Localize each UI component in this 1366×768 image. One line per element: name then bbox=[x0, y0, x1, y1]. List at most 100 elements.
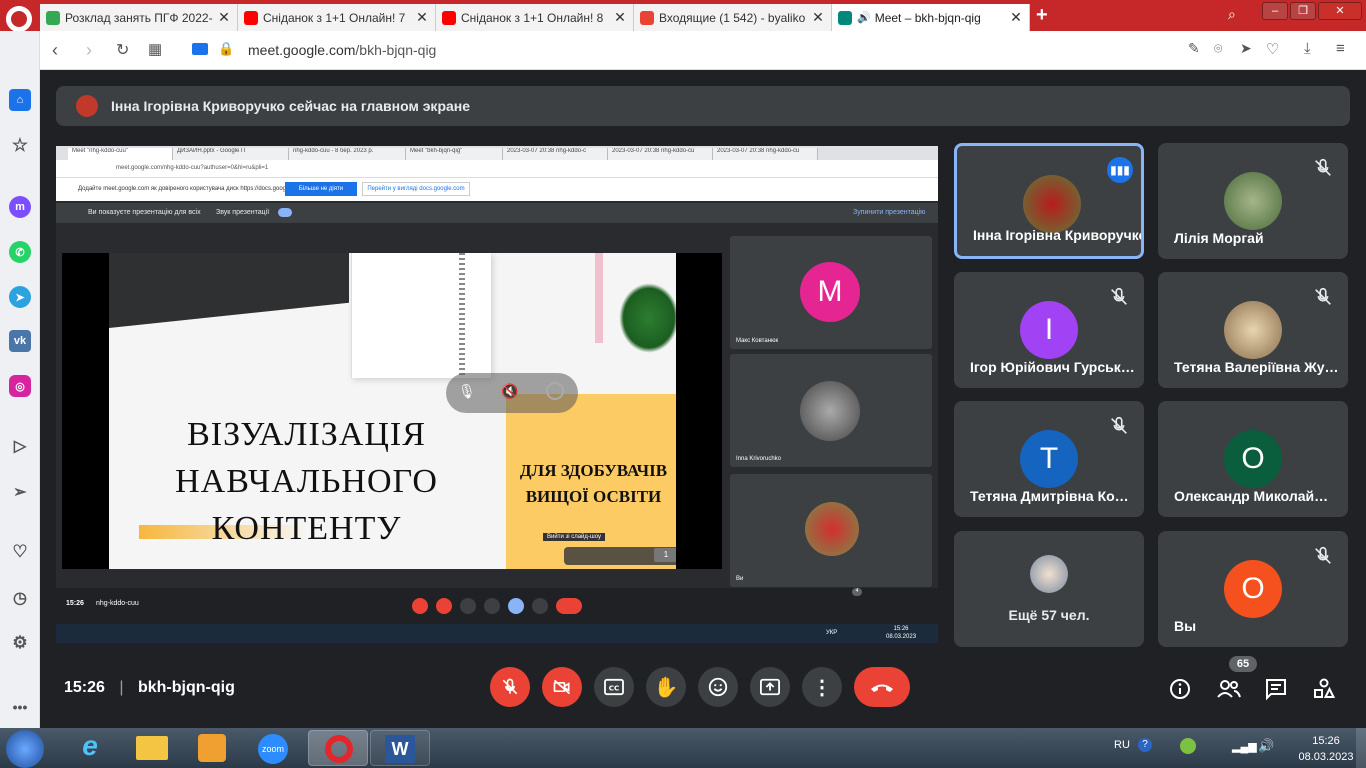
history-icon[interactable]: ◷ bbox=[9, 587, 31, 609]
opera-icon[interactable] bbox=[308, 730, 368, 766]
messenger-icon[interactable]: m bbox=[9, 196, 31, 218]
grid-icon[interactable]: ▦ bbox=[148, 40, 162, 58]
tab-youtube-1[interactable]: Сніданок з 1+1 Онлайн! 7 ✕ bbox=[238, 4, 436, 31]
close-icon[interactable]: ✕ bbox=[217, 9, 231, 26]
mic-off-icon bbox=[502, 678, 518, 695]
edit-icon[interactable]: ✎ bbox=[1188, 40, 1200, 57]
speaker-icon: 🔊 bbox=[857, 12, 871, 24]
shared-tab: Meet "bkh-bjqn-qig" bbox=[406, 148, 503, 160]
participant-tile[interactable]: Т Тетяна Дмитрівна Ко… bbox=[954, 401, 1144, 517]
self-tile[interactable]: О Вы bbox=[1158, 531, 1348, 647]
player-icon[interactable]: ▷ bbox=[9, 435, 31, 457]
camera-in-use-icon[interactable] bbox=[192, 43, 208, 55]
avatar: О bbox=[1224, 560, 1282, 618]
shared-tab: nhg-kddo-cuu - 8 бер. 2023 р. bbox=[289, 148, 406, 160]
volume-icon[interactable]: 🔊 bbox=[1258, 738, 1274, 754]
vk-icon[interactable]: vk bbox=[9, 330, 31, 352]
address-bar: ‹ › ↻ ▦ 🔒 meet.google.com/bkh-bjqn-qig ✎… bbox=[40, 31, 1366, 70]
close-window-button[interactable]: ✕ bbox=[1318, 2, 1362, 20]
show-desktop-button[interactable] bbox=[1356, 728, 1366, 768]
shared-presenting-strip: Ви показуєте презентацію для всіх Звук п… bbox=[56, 203, 938, 223]
close-icon[interactable]: ✕ bbox=[613, 9, 627, 26]
word-icon[interactable]: W bbox=[370, 730, 430, 766]
more-options-button[interactable]: ⋮ bbox=[802, 667, 842, 707]
notebook-spiral bbox=[459, 253, 465, 378]
instagram-icon[interactable]: ◎ bbox=[9, 375, 31, 397]
participant-tile[interactable]: Лілія Моргай bbox=[1158, 143, 1348, 259]
camera-off-icon bbox=[553, 679, 571, 695]
emoji-button[interactable] bbox=[698, 667, 738, 707]
snapshot-icon[interactable]: ⌾ bbox=[1214, 40, 1222, 57]
captions-button[interactable]: CC bbox=[594, 667, 634, 707]
participant-tile[interactable]: О Олександр Миколай… bbox=[1158, 401, 1348, 517]
telegram-icon[interactable]: ➤ bbox=[9, 286, 31, 308]
heart-icon[interactable]: ♡ bbox=[9, 541, 31, 563]
close-icon[interactable]: ✕ bbox=[415, 9, 429, 26]
participant-tile[interactable]: Тетяна Валеріївна Жу… bbox=[1158, 272, 1348, 388]
explorer-icon[interactable] bbox=[122, 730, 182, 766]
whatsapp-icon[interactable]: ✆ bbox=[9, 241, 31, 263]
reload-icon[interactable]: ↻ bbox=[116, 40, 129, 60]
avatar: М bbox=[800, 262, 860, 322]
opera-logo-icon[interactable] bbox=[6, 6, 32, 32]
tray-app-icon[interactable] bbox=[1180, 738, 1196, 754]
avatar bbox=[76, 95, 98, 117]
tab-gmail[interactable]: Входящие (1 542) - byaliko ✕ bbox=[634, 4, 832, 31]
start-button[interactable] bbox=[6, 730, 44, 768]
mic-toggle-button[interactable] bbox=[490, 667, 530, 707]
new-tab-button[interactable]: + bbox=[1036, 4, 1048, 27]
more-icon[interactable]: ••• bbox=[9, 696, 31, 718]
slide-title: ВІЗУАЛІЗАЦІЯ НАВЧАЛЬНОГО КОНТЕНТУ bbox=[175, 416, 438, 547]
tab-youtube-2[interactable]: Сніданок з 1+1 Онлайн! 8 ✕ bbox=[436, 4, 634, 31]
menu-icon[interactable]: ≡ bbox=[1336, 40, 1345, 57]
shared-screen[interactable]: Meet "nhg-kddo-cuu" ДИЗАЙН.pptx - Google… bbox=[56, 146, 938, 643]
url-field[interactable]: meet.google.com/bkh-bjqn-qig bbox=[248, 42, 436, 58]
raise-hand-button[interactable]: ✋ bbox=[646, 667, 686, 707]
help-icon[interactable]: ? bbox=[1138, 738, 1152, 752]
avatar bbox=[1224, 172, 1282, 230]
home-icon[interactable]: ⌂ bbox=[9, 89, 31, 111]
signal-icon[interactable]: ▂▄▆ bbox=[1232, 740, 1257, 753]
forward-icon[interactable]: › bbox=[86, 40, 92, 61]
activities-icon[interactable] bbox=[1312, 677, 1336, 701]
people-icon[interactable] bbox=[1216, 677, 1242, 701]
download-icon[interactable]: ⤓ bbox=[1304, 40, 1311, 57]
participant-tile[interactable]: І Ігор Юрійович Гурськ… bbox=[954, 272, 1144, 388]
gmail-icon bbox=[640, 10, 654, 25]
chat-icon[interactable] bbox=[1264, 677, 1288, 701]
close-icon[interactable]: ✕ bbox=[1009, 9, 1023, 26]
tab-meet[interactable]: 🔊 Meet – bkh-bjqn-qig ✕ bbox=[832, 4, 1030, 31]
minimize-button[interactable]: – bbox=[1262, 2, 1288, 20]
back-icon[interactable]: ‹ bbox=[52, 40, 58, 61]
shared-tab: Meet "nhg-kddo-cuu" bbox=[68, 148, 173, 160]
search-tabs-icon[interactable]: ⌕ bbox=[1228, 6, 1236, 23]
camera-toggle-button[interactable] bbox=[542, 667, 582, 707]
media-player-icon[interactable] bbox=[182, 730, 242, 766]
slide-subtitle: ДЛЯ ЗДОБУВАЧІВ ВИЩОЇ ОСВІТИ bbox=[519, 461, 668, 506]
present-button[interactable] bbox=[750, 667, 790, 707]
send-icon[interactable]: ➢ bbox=[9, 481, 31, 503]
zoom-icon[interactable]: zoom bbox=[244, 730, 304, 766]
send-icon[interactable]: ➤ bbox=[1240, 40, 1252, 57]
tab-schedule[interactable]: Розклад занять ПГФ 2022- ✕ bbox=[40, 4, 238, 31]
close-icon[interactable]: ✕ bbox=[811, 9, 825, 26]
present-icon bbox=[760, 678, 780, 696]
language-indicator[interactable]: RU bbox=[1114, 739, 1130, 751]
maximize-button[interactable]: ❐ bbox=[1290, 2, 1316, 20]
meet-main: Інна Ігорівна Криворучко сейчас на главн… bbox=[40, 70, 1366, 728]
info-icon[interactable] bbox=[1168, 677, 1192, 701]
lock-icon[interactable]: 🔒 bbox=[218, 41, 234, 57]
clock[interactable]: 15:26 08.03.2023 bbox=[1296, 733, 1356, 765]
more-participants-tile[interactable]: Ещё 57 чел. bbox=[954, 531, 1144, 647]
heart-icon[interactable]: ♡ bbox=[1266, 40, 1279, 58]
settings-icon[interactable]: ⚙ bbox=[9, 632, 31, 654]
end-call-button[interactable] bbox=[854, 667, 910, 707]
ie-icon[interactable]: e bbox=[60, 730, 120, 766]
bookmarks-icon[interactable]: ☆ bbox=[9, 134, 31, 156]
participant-count-badge: 65 bbox=[1229, 656, 1257, 672]
participant-tile[interactable]: ▮▮▮ Інна Ігорівна Криворучко bbox=[954, 143, 1144, 259]
emoji-icon bbox=[708, 677, 728, 697]
more-vert-icon: ⋮ bbox=[812, 676, 832, 699]
mic-off-icon bbox=[1315, 158, 1331, 176]
mic-off-icon bbox=[1111, 287, 1127, 305]
